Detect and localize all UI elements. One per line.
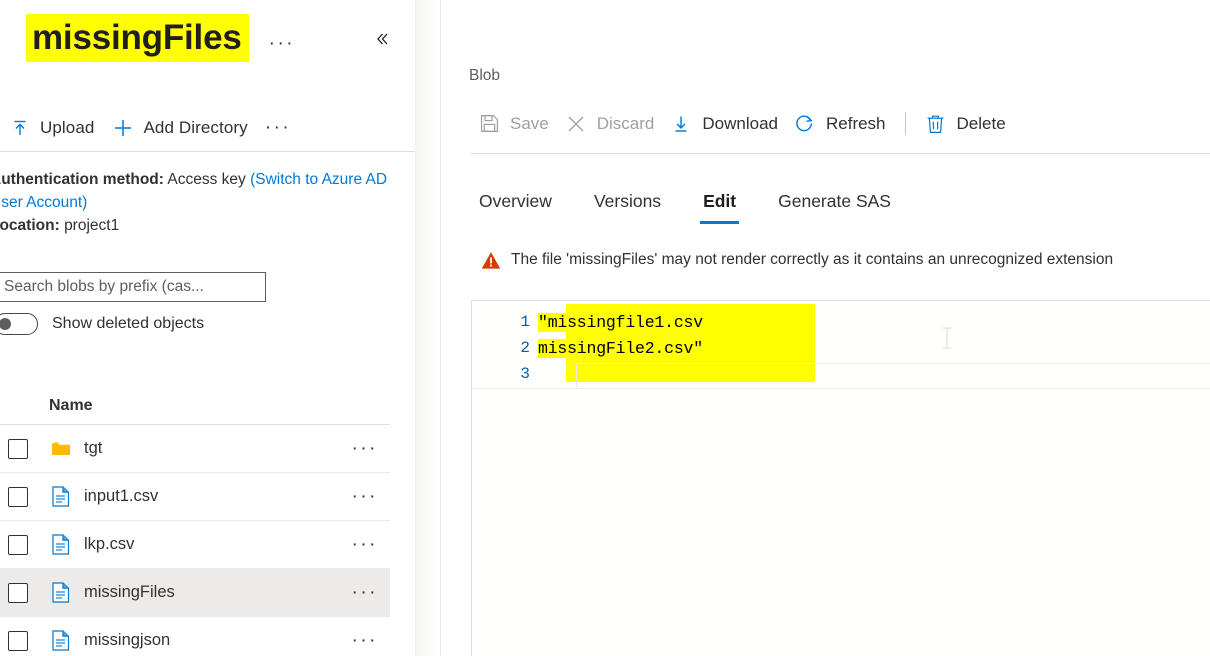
refresh-button[interactable]: Refresh [786, 106, 894, 142]
location-value: project1 [64, 217, 120, 234]
line-text: "missingfile1.csv [538, 312, 703, 332]
upload-button[interactable]: Upload [0, 110, 103, 146]
add-directory-label: Add Directory [143, 118, 248, 137]
table-row[interactable]: missingFiles ··· [0, 569, 390, 617]
editor-row-divider [471, 388, 1210, 389]
row-name: missingFiles [84, 583, 175, 601]
save-icon [478, 113, 500, 135]
show-deleted-objects-row: Show deleted objects [0, 313, 204, 335]
upload-icon [9, 117, 31, 139]
line-number: 1 [520, 313, 530, 331]
row-name: tgt [84, 439, 103, 457]
sidebar-more-commands-button[interactable]: ··· [257, 118, 299, 137]
blob-list: tgt ··· input1.csv ··· lkp.csv ··· missi… [0, 425, 390, 656]
page-title: missingFiles [26, 14, 249, 63]
tab-generate-sas[interactable]: Generate SAS [769, 191, 900, 224]
line-text: missingFile2.csv" [538, 338, 703, 358]
location-row: Location: project1 [0, 214, 410, 237]
trash-icon [925, 113, 947, 135]
upload-label: Upload [40, 118, 95, 137]
tab-versions[interactable]: Versions [585, 191, 670, 224]
code-line[interactable]: 3 [472, 361, 1210, 387]
row-more-button[interactable]: ··· [348, 487, 382, 507]
show-deleted-objects-toggle[interactable] [0, 313, 38, 335]
download-button[interactable]: Download [662, 106, 786, 142]
row-more-button[interactable]: ··· [348, 631, 382, 651]
row-more-button[interactable]: ··· [348, 439, 382, 459]
row-more-button[interactable]: ··· [348, 583, 382, 603]
table-row[interactable]: input1.csv ··· [0, 473, 390, 521]
row-name: lkp.csv [84, 535, 135, 553]
chevron-double-left-icon [373, 30, 391, 53]
delete-label: Delete [956, 113, 1006, 133]
row-more-button[interactable]: ··· [348, 535, 382, 555]
row-checkbox[interactable] [8, 438, 28, 459]
file-icon [51, 582, 71, 604]
table-row[interactable]: missingjson ··· [0, 617, 390, 656]
save-label: Save [510, 113, 549, 133]
row-checkbox[interactable] [8, 534, 28, 555]
discard-button[interactable]: Discard [557, 106, 663, 142]
delete-button[interactable]: Delete [917, 106, 1014, 142]
command-separator [904, 112, 906, 135]
download-icon [670, 113, 692, 135]
plus-icon [112, 117, 134, 139]
save-button[interactable]: Save [470, 106, 557, 142]
folder-icon [51, 438, 71, 460]
search-blobs-input[interactable] [0, 272, 266, 302]
close-x-icon [565, 113, 587, 135]
line-number: 2 [520, 339, 530, 357]
code-line[interactable]: 2 missingFile2.csv" [472, 335, 1210, 361]
file-icon [51, 486, 71, 508]
tab-overview[interactable]: Overview [470, 191, 561, 224]
unrecognized-extension-warning: The file 'missingFiles' may not render c… [481, 250, 1210, 270]
refresh-label: Refresh [825, 113, 886, 133]
row-name: input1.csv [84, 487, 159, 505]
page-subtitle: Blob [469, 67, 501, 84]
sidebar-command-bar: Upload Add Directory ··· [0, 105, 415, 152]
row-name: missingjson [84, 631, 171, 649]
add-directory-button[interactable]: Add Directory [103, 110, 256, 146]
page-more-button[interactable]: ··· [265, 34, 299, 53]
row-checkbox[interactable] [8, 582, 28, 603]
warning-text: The file 'missingFiles' may not render c… [511, 251, 1114, 268]
blob-container-sidebar: Upload Add Directory ··· Authentication … [0, 0, 415, 656]
discard-label: Discard [596, 113, 655, 133]
tab-edit[interactable]: Edit [694, 191, 745, 224]
authentication-method-row: Authentication method: Access key (Switc… [0, 168, 410, 214]
sidebar-scrollbar-track[interactable] [415, 0, 849, 656]
line-number: 3 [520, 365, 530, 383]
download-label: Download [702, 113, 778, 133]
blob-list-header: Name [0, 387, 390, 425]
table-row[interactable]: tgt ··· [0, 425, 390, 473]
location-label: Location: [0, 217, 60, 234]
refresh-icon [794, 113, 816, 135]
table-row[interactable]: lkp.csv ··· [0, 521, 390, 569]
blob-command-bar: Save Discard Download Refresh Delete [470, 100, 1210, 147]
row-checkbox[interactable] [8, 630, 28, 651]
row-checkbox[interactable] [8, 486, 28, 507]
column-header-name: Name [49, 396, 93, 414]
file-icon [51, 534, 71, 556]
show-deleted-objects-label: Show deleted objects [52, 315, 205, 332]
collapse-panel-button[interactable] [369, 28, 395, 54]
blob-text-editor[interactable]: 1 "missingfile1.csv 2 missingFile2.csv" … [471, 300, 1210, 656]
file-icon [51, 630, 71, 652]
authentication-method-value: Access key [167, 171, 246, 188]
blob-tabs: Overview Versions Edit Generate SAS [470, 180, 924, 224]
code-line[interactable]: 1 "missingfile1.csv [472, 309, 1210, 335]
authentication-info: Authentication method: Access key (Switc… [0, 168, 410, 237]
warning-triangle-icon [481, 250, 501, 270]
page-title-row: missingFiles ··· [26, 14, 299, 63]
authentication-method-label: Authentication method: [0, 171, 164, 188]
command-bar-divider [470, 153, 1210, 154]
code-lines: 1 "missingfile1.csv 2 missingFile2.csv" … [472, 301, 1210, 387]
